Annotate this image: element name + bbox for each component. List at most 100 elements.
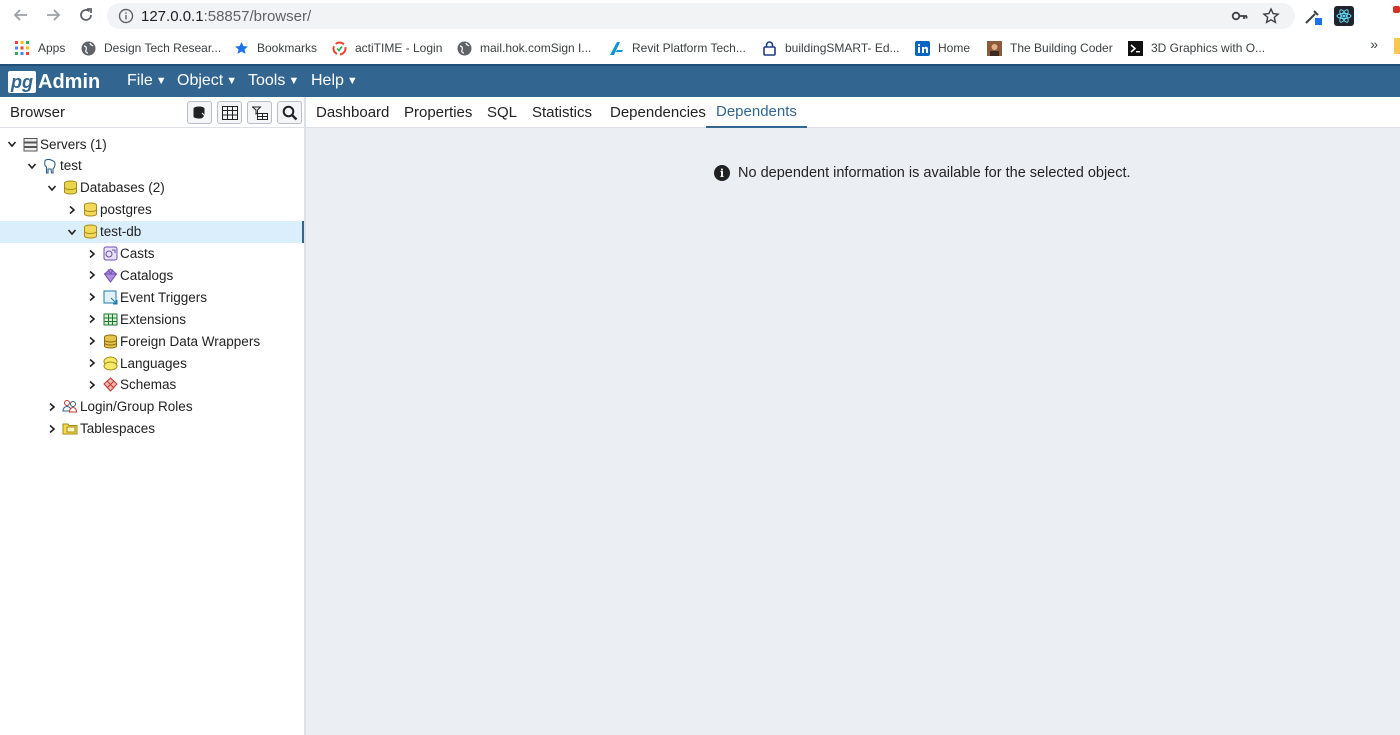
url-path: :58857/browser/ — [203, 7, 312, 25]
menu-help[interactable]: Help ▼ — [311, 72, 358, 90]
search-icon — [282, 105, 297, 120]
query-tool-button[interactable] — [187, 101, 212, 124]
forward-arrow-icon — [47, 9, 61, 21]
tree-node-foreign-data-wrappers[interactable]: Foreign Data Wrappers — [0, 330, 304, 352]
bookmark-actitime[interactable]: actiTIME - Login — [331, 38, 442, 58]
bookmark-label: Revit Platform Tech... — [632, 41, 746, 55]
actitime-icon — [331, 40, 347, 56]
bookmark-bookmarks[interactable]: Bookmarks — [233, 38, 317, 58]
elephant-icon — [42, 158, 58, 174]
bookmarks-bar: Apps Design Tech Resear... Bookmarks act… — [0, 33, 1400, 62]
bookmark-label: Design Tech Resear... — [104, 41, 222, 55]
tabs-bar: Dashboard Properties SQL Statistics Dependen… — [306, 97, 1400, 128]
tree-node-tablespaces[interactable]: Tablespaces — [0, 418, 304, 440]
tree-node-catalogs[interactable]: Catalogs — [0, 264, 304, 286]
tree-node-label: Extensions — [120, 311, 187, 327]
browser-panel-title: Browser — [10, 103, 66, 121]
linkedin-icon — [914, 40, 930, 56]
eyedropper-extension-icon[interactable] — [1302, 5, 1324, 27]
bookmark-home[interactable]: Home — [914, 38, 970, 58]
filtered-rows-button[interactable] — [247, 101, 272, 124]
search-objects-button[interactable] — [277, 101, 302, 124]
chevron-right-icon[interactable] — [86, 379, 98, 391]
bookmark-mail-hok[interactable]: mail.hok.comSign I... — [456, 38, 591, 58]
tree-node-label: Servers (1) — [40, 136, 107, 152]
chevron-down-icon: ▼ — [346, 75, 358, 87]
chevron-down-icon[interactable] — [6, 138, 18, 150]
casts-icon — [102, 246, 118, 262]
chevron-right-icon[interactable] — [86, 291, 98, 303]
info-message: i No dependent information is available … — [714, 165, 1131, 181]
menu-object[interactable]: Object ▼ — [177, 72, 237, 90]
chevron-right-icon[interactable] — [66, 204, 78, 216]
tree-node-label: Casts — [120, 246, 155, 261]
menu-file[interactable]: File ▼ — [127, 72, 167, 90]
info-icon: i — [714, 165, 730, 181]
chevron-down-icon: ▼ — [288, 75, 300, 87]
tree-node-extensions[interactable]: Extensions — [0, 308, 304, 330]
bookmark-label: buildingSMART- Ed... — [785, 41, 900, 55]
view-data-button[interactable] — [217, 101, 242, 124]
globe-icon — [456, 40, 472, 56]
database-icon — [82, 202, 98, 218]
tab-statistics[interactable]: Statistics — [522, 97, 602, 128]
tree-node-languages[interactable]: Languages — [0, 352, 304, 374]
tab-dependencies[interactable]: Dependencies — [600, 97, 716, 128]
tree-node-test-db[interactable]: test-db — [0, 220, 304, 243]
tab-sql[interactable]: SQL — [477, 97, 527, 128]
bookmark-3d-graphics[interactable]: 3D Graphics with O... — [1127, 38, 1265, 58]
chevron-right-icon[interactable] — [46, 401, 58, 413]
tree-node-postgres[interactable]: postgres — [0, 199, 304, 221]
chevron-down-icon[interactable] — [66, 226, 78, 238]
bookmark-label: Home — [938, 41, 971, 55]
pgadmin-logo[interactable]: pg Admin — [8, 70, 100, 94]
profile-badge-icon[interactable] — [1393, 6, 1400, 13]
key-icon[interactable] — [1231, 7, 1249, 25]
tree-node-servers-1[interactable]: Servers (1) — [0, 133, 304, 155]
chevron-down-icon: ▼ — [155, 75, 167, 87]
chevron-down-icon[interactable] — [46, 182, 58, 194]
bookmark-revit[interactable]: Revit Platform Tech... — [608, 38, 746, 58]
forward-button[interactable] — [42, 4, 64, 26]
tree-node-casts[interactable]: Casts — [0, 243, 304, 265]
menu-label: File — [127, 72, 153, 89]
chevron-right-icon[interactable] — [46, 423, 58, 435]
chevron-right-icon[interactable] — [86, 313, 98, 325]
tab-dashboard[interactable]: Dashboard — [306, 97, 399, 128]
tree-node-test[interactable]: test — [0, 155, 304, 177]
chevron-right-icon[interactable] — [86, 335, 98, 347]
bookmark-folder-icon[interactable] — [1394, 38, 1400, 54]
back-button[interactable] — [10, 4, 32, 26]
pgadmin-navbar: pg Admin File ▼ Object ▼ Tools ▼ Help ▼ — [0, 64, 1400, 97]
tree-node-databases-2[interactable]: Databases (2) — [0, 177, 304, 199]
star-bookmark-icon[interactable] — [1262, 7, 1280, 25]
tab-properties[interactable]: Properties — [394, 97, 482, 128]
tree-node-label: test-db — [100, 224, 142, 240]
address-bar[interactable]: 127.0.0.1:58857/browser/ — [107, 3, 1295, 29]
chevron-right-icon[interactable] — [86, 248, 98, 260]
url-host: 127.0.0.1 — [141, 7, 204, 25]
tree-node-label: postgres — [100, 202, 152, 218]
tree-node-label: Languages — [120, 355, 187, 371]
chevron-right-icon[interactable] — [86, 269, 98, 281]
reload-button[interactable] — [75, 4, 97, 26]
bookmark-buildingsmart[interactable]: buildingSMART- Ed... — [761, 38, 900, 58]
react-extension-icon[interactable] — [1334, 6, 1354, 26]
tree-node-event-triggers[interactable]: Event Triggers — [0, 286, 304, 308]
tree-node-login-group-roles[interactable]: Login/Group Roles — [0, 396, 304, 418]
tree-node-schemas[interactable]: Schemas — [0, 374, 304, 396]
avatar-icon — [986, 40, 1002, 56]
bookmark-apps[interactable]: Apps — [14, 38, 65, 58]
tablespaces-icon — [62, 421, 78, 437]
bookmark-design-tech[interactable]: Design Tech Resear... — [80, 38, 221, 58]
info-circle-icon[interactable] — [118, 8, 134, 24]
chevron-right-icon[interactable] — [86, 357, 98, 369]
tab-dependents[interactable]: Dependents — [706, 97, 807, 128]
bookmark-building-coder[interactable]: The Building Coder — [986, 38, 1113, 58]
chrome-toolbar: 127.0.0.1:58857/browser/ — [0, 0, 1400, 32]
bookmarks-overflow-button[interactable]: » — [1370, 36, 1378, 52]
chevron-down-icon[interactable] — [26, 160, 38, 172]
browser-panel-header: Browser — [0, 97, 304, 128]
menu-tools[interactable]: Tools ▼ — [248, 72, 299, 90]
tree-node-label: Tablespaces — [80, 421, 156, 437]
